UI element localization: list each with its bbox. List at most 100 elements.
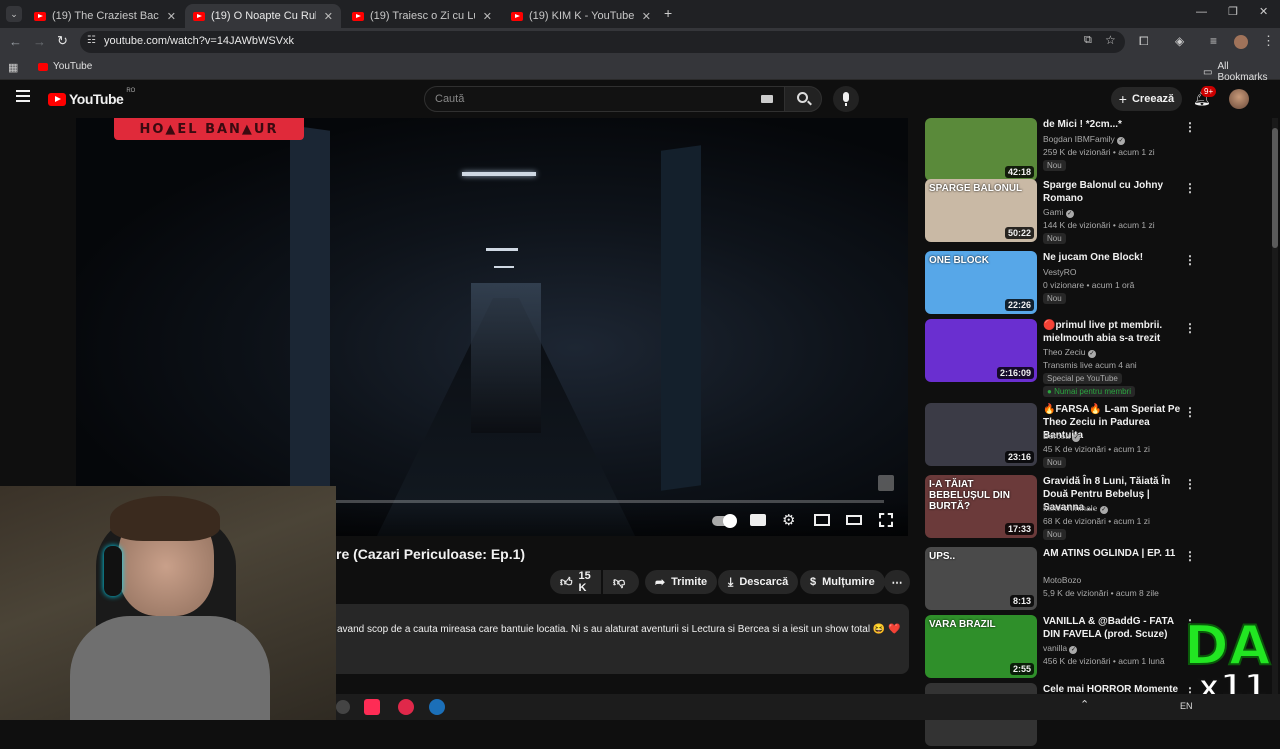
channel-name[interactable]: VestyRO (1043, 267, 1077, 277)
autoplay-toggle[interactable] (712, 514, 737, 528)
bookmark-star-icon[interactable]: ☆ (1105, 33, 1116, 47)
recommendation-card[interactable]: 2:16:09 🔴primul live pt membrii. mielmout… (924, 319, 1274, 397)
voice-search-button[interactable] (833, 86, 859, 112)
back-icon[interactable]: ← (9, 34, 22, 49)
video-thumbnail[interactable]: VARA BRAZIL 2:55 (925, 615, 1037, 678)
steam-icon[interactable] (429, 699, 445, 715)
close-tab-icon[interactable]: ✕ (324, 10, 333, 23)
maximize-icon[interactable]: ❐ (1228, 5, 1238, 18)
recommendation-title[interactable]: VANILLA & @BaddG - FATA DIN FAVELA (prod… (1043, 615, 1183, 641)
more-options-icon[interactable]: ⋮ (1184, 181, 1196, 195)
channel-name[interactable]: Gami ✓ (1043, 207, 1074, 218)
create-button[interactable]: + Creează (1111, 87, 1182, 111)
theater-mode-icon[interactable] (846, 515, 862, 525)
extension-icon[interactable]: ◈ (1175, 34, 1184, 48)
video-thumbnail[interactable]: I-A TĂIAT BEBELUȘUL DIN BURTĂ? 17:33 (925, 475, 1037, 538)
video-thumbnail[interactable]: SPARGE BALONUL 50:22 (925, 179, 1037, 242)
notifications-button[interactable]: 🔔︎ 9+ (1193, 86, 1217, 108)
thanks-label: Mulțumire (822, 576, 875, 588)
video-player[interactable]: HO▲EL BAN▲UR ⚙︎ (76, 118, 908, 536)
video-thumbnail[interactable]: 42:18 (925, 118, 1037, 181)
recommendation-title[interactable]: de Mici ! *2cm...* (1043, 118, 1183, 131)
keyboard-icon[interactable] (761, 95, 773, 103)
channel-name[interactable]: Bercea ✓ (1043, 431, 1081, 442)
browser-tab-3[interactable]: (19) Traiesc o Zi cu Lucruri EXTR ✕ (344, 4, 500, 28)
browser-tab-4[interactable]: (19) KIM K - YouTube ✕ (503, 4, 659, 28)
tab-search-button[interactable]: ⌄ (6, 6, 22, 22)
thumbs-up-icon: 👍︎ (560, 574, 573, 589)
app-icon-red[interactable] (398, 699, 414, 715)
more-options-icon[interactable]: ⋮ (1184, 405, 1196, 419)
dislike-button[interactable]: 👎︎ (603, 570, 639, 594)
media-controls-icon[interactable]: ≡ (1210, 34, 1217, 48)
ceiling-light (486, 248, 518, 251)
channel-name[interactable]: vanilla ✓ (1043, 643, 1078, 654)
settings-gear-icon[interactable]: ⚙︎ (782, 511, 795, 529)
miniplayer-icon[interactable] (814, 514, 830, 526)
fullscreen-icon[interactable] (879, 513, 893, 527)
close-tab-icon[interactable]: ✕ (642, 10, 651, 23)
search-input[interactable]: Caută (424, 86, 785, 112)
channel-name[interactable]: Theo Zeciu ✓ (1043, 347, 1096, 358)
more-actions-button[interactable]: ⋯ (884, 570, 910, 594)
recommendation-card[interactable]: 42:18 de Mici ! *2cm...* ⋮ Bogdan IBMFamily… (924, 118, 1274, 184)
browser-tab-2[interactable]: (19) O Noapte Cu Rulota In Ce ✕ (185, 4, 341, 28)
browser-menu-icon[interactable]: ⋮ (1262, 33, 1275, 49)
download-button[interactable]: ⤓ Descarcă (718, 570, 799, 594)
thanks-button[interactable]: $ Mulțumire (800, 570, 885, 594)
description-box[interactable]: avand scop de a cauta mireasa care bantu… (325, 604, 909, 674)
subtitles-icon[interactable] (750, 514, 766, 526)
close-tab-icon[interactable]: ✕ (167, 10, 176, 23)
recommendation-card[interactable]: UPS.. 8:13 AM ATINS OGLINDA | EP. 11 ⋮ MotoB… (924, 547, 1274, 613)
share-button[interactable]: ➦ Trimite (645, 570, 718, 594)
close-tab-icon[interactable]: ✕ (483, 10, 492, 23)
video-thumbnail[interactable]: 23:16 (925, 403, 1037, 466)
new-tab-icon[interactable]: + (664, 5, 672, 21)
new-badge: Nou (1043, 457, 1066, 468)
taskbar-app-icon[interactable] (336, 700, 350, 714)
hamburger-menu-icon[interactable] (16, 90, 30, 102)
browser-tab-1[interactable]: (19) The Craziest Backrooms Da ✕ (26, 4, 184, 28)
channel-name[interactable]: Bogdan IBMFamily ✓ (1043, 134, 1126, 145)
recommendation-title[interactable]: Ne jucam One Block! (1043, 251, 1183, 264)
recommendation-title[interactable]: Sparge Balonul cu Johny Romano (1043, 179, 1183, 205)
recommendation-card[interactable]: I-A TĂIAT BEBELUȘUL DIN BURTĂ? 17:33 Gravi… (924, 475, 1274, 541)
tray-chevron-icon[interactable]: ⌃ (1080, 698, 1089, 711)
minimize-icon[interactable]: — (1196, 6, 1207, 18)
search-button[interactable] (784, 86, 822, 112)
more-options-icon[interactable]: ⋮ (1184, 321, 1196, 335)
more-options-icon[interactable]: ⋮ (1184, 549, 1196, 563)
video-thumbnail[interactable]: 2:16:09 (925, 319, 1037, 382)
youtube-favicon-icon (352, 11, 364, 21)
address-bar[interactable]: ☷ youtube.com/watch?v=14JAWbWSVxk ⧉ ☆ (80, 31, 1125, 53)
recommendation-card[interactable]: SPARGE BALONUL 50:22 Sparge Balonul cu Joh… (924, 179, 1274, 245)
page-scrollbar[interactable] (1272, 118, 1278, 694)
channel-name[interactable]: MotoBozo (1043, 575, 1081, 585)
apps-grid-icon[interactable]: ▦ (8, 61, 18, 74)
more-options-icon[interactable]: ⋮ (1184, 120, 1196, 134)
video-thumbnail[interactable]: ONE BLOCK 22:26 (925, 251, 1037, 314)
tiktok-icon[interactable] (364, 699, 380, 715)
close-window-icon[interactable]: ✕ (1259, 5, 1268, 18)
profile-avatar[interactable] (1234, 35, 1248, 49)
recommendation-card[interactable]: 23:16 🔥FARSA🔥 L-am Speriat Pe Theo Zeciu … (924, 403, 1274, 469)
install-app-icon[interactable]: ⧉ (1084, 34, 1092, 47)
extensions-icon[interactable]: ⧠ (1139, 34, 1149, 49)
like-button[interactable]: 👍︎ 15 K (550, 570, 601, 594)
bookmark-youtube[interactable]: YouTube (38, 61, 92, 72)
recommendation-title[interactable]: 🔴primul live pt membrii. mielmouth abia … (1043, 319, 1183, 345)
recommendation-title[interactable]: AM ATINS OGLINDA | EP. 11 (1043, 547, 1183, 560)
channel-name[interactable]: Minti criminale ✓ (1043, 503, 1108, 514)
language-indicator[interactable]: EN (1180, 701, 1193, 711)
reload-icon[interactable]: ↻ (57, 33, 68, 49)
more-options-icon[interactable]: ⋮ (1184, 477, 1196, 491)
recommendation-card[interactable]: ONE BLOCK 22:26 Ne jucam One Block! ⋮ VestyR… (924, 251, 1274, 317)
folder-icon: ▭ (1203, 66, 1213, 78)
video-thumbnail[interactable]: UPS.. 8:13 (925, 547, 1037, 610)
account-avatar[interactable] (1229, 89, 1249, 109)
youtube-logo[interactable]: YouTube RO (48, 88, 135, 107)
more-options-icon[interactable]: ⋮ (1184, 253, 1196, 267)
tab-title: (19) The Craziest Backrooms Da (52, 10, 159, 22)
forward-icon[interactable]: → (33, 34, 46, 49)
site-info-icon[interactable]: ☷ (87, 35, 96, 46)
